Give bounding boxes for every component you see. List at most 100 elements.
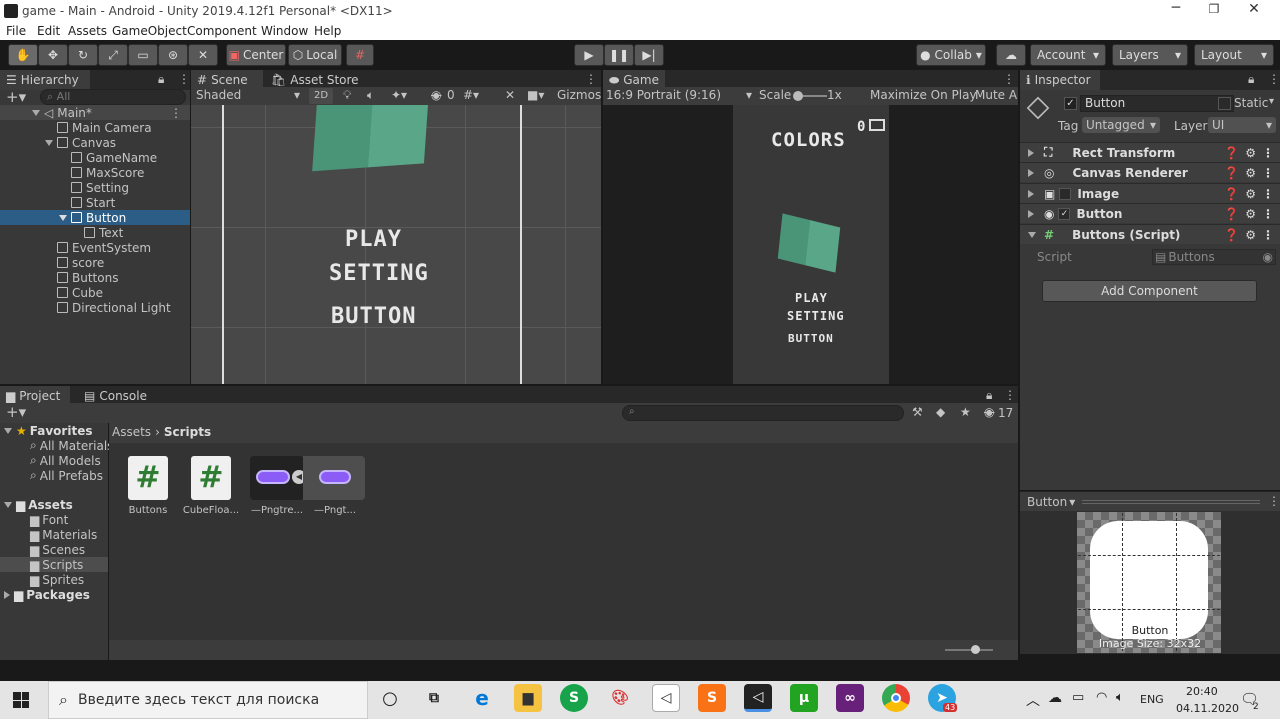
search-by-label-icon[interactable]: ◆	[936, 405, 945, 419]
breadcrumb-assets[interactable]: Assets	[112, 425, 151, 441]
hierarchy-item-setting[interactable]: Setting	[0, 180, 129, 195]
hierarchy-item-main-camera[interactable]: Main Camera	[0, 120, 152, 135]
expand-icon[interactable]	[4, 501, 12, 508]
layout-dropdown[interactable]: Layout ▾	[1194, 44, 1274, 66]
help-icon[interactable]: ❓	[1224, 187, 1239, 201]
edge-icon[interactable]: e	[468, 684, 496, 712]
expand-icon[interactable]	[32, 109, 40, 116]
more-icon[interactable]: ⋮	[1262, 187, 1274, 201]
settings-icon[interactable]: ⚙	[1245, 228, 1256, 242]
minimize-icon[interactable]: ─	[1164, 0, 1188, 16]
preview-dropdown[interactable]: Button ▾	[1027, 495, 1075, 509]
hierarchy-item-directional-light[interactable]: Directional Light	[0, 300, 171, 315]
effects-icon[interactable]: ✦▾	[391, 88, 407, 102]
hierarchy-item-main[interactable]: ◁ Main* ⋮	[0, 105, 190, 120]
more-icon[interactable]: ⋮	[1268, 494, 1280, 508]
onedrive-icon[interactable]: ☁	[1048, 690, 1062, 706]
more-icon[interactable]: ⋮	[585, 72, 597, 86]
hierarchy-item-maxscore[interactable]: MaxScore	[0, 165, 144, 180]
more-icon[interactable]: ⋮	[170, 106, 182, 120]
step-button[interactable]: ▶|	[634, 44, 664, 66]
expand-icon[interactable]	[1028, 168, 1034, 177]
object-name-field[interactable]: Button	[1080, 95, 1234, 112]
language-indicator[interactable]: ENG	[1140, 693, 1164, 706]
static-checkbox[interactable]	[1218, 97, 1231, 110]
rect-tool-button[interactable]: ▭	[128, 44, 158, 66]
tab-inspector[interactable]: ℹ Inspector	[1020, 70, 1100, 90]
folder-scenes[interactable]: ▆ Scenes	[0, 542, 85, 557]
packages-header[interactable]: ▆ Packages	[0, 587, 90, 602]
hierarchy-item-start[interactable]: Start	[0, 195, 115, 210]
add-button[interactable]: +▾	[6, 88, 26, 106]
more-icon[interactable]: ⋮	[1262, 207, 1274, 221]
audio-icon[interactable]: 🔈︎	[367, 88, 374, 103]
menu-file[interactable]: File	[6, 24, 26, 38]
hierarchy-item-buttons[interactable]: Buttons	[0, 270, 118, 285]
layers-dropdown[interactable]: Layers ▾	[1112, 44, 1188, 66]
hidden-objects-icon[interactable]: ◉	[431, 88, 441, 102]
collab-button[interactable]: ● Collab ▾	[916, 44, 986, 66]
folder-materials[interactable]: ▆ Materials	[0, 527, 97, 542]
visual-studio-icon[interactable]: ∞	[836, 684, 864, 712]
fav-all-models[interactable]: ⌕ All Models	[0, 453, 101, 468]
help-icon[interactable]: ❓	[1224, 228, 1239, 242]
pivot-local-button[interactable]: ⬡ Local	[288, 44, 342, 66]
icon-size-slider[interactable]	[945, 645, 993, 654]
more-icon[interactable]: ⋮	[1268, 72, 1280, 86]
scale-slider[interactable]	[793, 91, 827, 101]
fav-all-materials[interactable]: ⌕ All Materials	[0, 438, 113, 453]
scene-viewport[interactable]: PLAY SETTING BUTTON	[191, 105, 601, 384]
help-icon[interactable]: ❓	[1224, 146, 1239, 160]
folder-sprites[interactable]: ▆ Sprites	[0, 572, 84, 587]
component-buttons-script[interactable]: # Buttons (Script) ❓ ⚙ ⋮	[1020, 224, 1280, 244]
scale-slider-thumb[interactable]	[793, 91, 803, 101]
more-icon[interactable]: ⋮	[178, 72, 190, 86]
static-chevron-down-icon[interactable]: ▾	[1269, 96, 1274, 107]
scale-tool-button[interactable]: ⤢	[98, 44, 128, 66]
unity-editor-icon[interactable]: ◁	[744, 684, 772, 712]
battery-icon[interactable]: ▭	[1072, 690, 1084, 705]
task-view-icon[interactable]: ⧉	[420, 684, 448, 712]
preview-resize-handle[interactable]	[1082, 500, 1260, 504]
assets-header[interactable]: ▆ Assets	[0, 497, 73, 512]
menu-edit[interactable]: Edit	[37, 24, 60, 38]
unity-hub-icon[interactable]: ◁	[652, 684, 680, 712]
menu-help[interactable]: Help	[314, 24, 341, 38]
expand-icon[interactable]	[59, 214, 67, 221]
cortana-icon[interactable]: ○	[376, 684, 404, 712]
tab-hierarchy[interactable]: ☰ Hierarchy	[0, 70, 90, 90]
mute-audio-toggle[interactable]: Mute Au	[975, 88, 1018, 102]
skype-icon[interactable]: S	[560, 684, 588, 712]
expand-icon[interactable]	[1028, 209, 1034, 218]
active-checkbox[interactable]: ✓	[1064, 97, 1077, 110]
asset-pngt-sprite[interactable]	[303, 456, 365, 500]
expand-icon[interactable]	[1028, 148, 1034, 157]
more-icon[interactable]: ⋮	[1262, 146, 1274, 160]
tag-dropdown[interactable]: Untagged ▾	[1082, 117, 1160, 133]
game-viewport[interactable]: COLORS 0 PLAY SETTING BUTTON	[603, 105, 1018, 384]
network-icon[interactable]: ◠	[1096, 690, 1107, 705]
component-rect-transform[interactable]: ⛶ Rect Transform ❓ ⚙ ⋮	[1020, 142, 1280, 162]
pause-button[interactable]: ❚❚	[604, 44, 634, 66]
lighting-icon[interactable]: 💡︎	[343, 88, 351, 103]
maximize-on-play-toggle[interactable]: Maximize On Play	[870, 88, 977, 102]
windows-start-icon[interactable]	[13, 692, 29, 708]
breadcrumb-scripts[interactable]: Scripts	[164, 425, 211, 441]
component-image[interactable]: ▣ Image ❓ ⚙ ⋮	[1020, 183, 1280, 203]
file-explorer-icon[interactable]: ▆	[514, 684, 542, 712]
sublime-icon[interactable]: S	[698, 684, 726, 712]
menu-assets[interactable]: Assets	[68, 24, 107, 38]
hierarchy-item-cube[interactable]: Cube	[0, 285, 103, 300]
object-picker-icon[interactable]: ◉	[1263, 250, 1273, 264]
icon-size-slider-thumb[interactable]	[971, 645, 980, 654]
custom-tool-button[interactable]: ✕	[188, 44, 218, 66]
hierarchy-item-score[interactable]: score	[0, 255, 104, 270]
menu-window[interactable]: Window	[261, 24, 308, 38]
menu-component[interactable]: Component	[187, 24, 257, 38]
volume-icon[interactable]: 🔈︎	[1116, 690, 1124, 705]
more-icon[interactable]: ⋮	[1262, 228, 1274, 242]
hierarchy-item-text[interactable]: Text	[0, 225, 123, 240]
chrome-icon[interactable]	[882, 684, 910, 712]
rotate-tool-button[interactable]: ↻	[68, 44, 98, 66]
more-icon[interactable]: ⋮	[1003, 72, 1015, 86]
